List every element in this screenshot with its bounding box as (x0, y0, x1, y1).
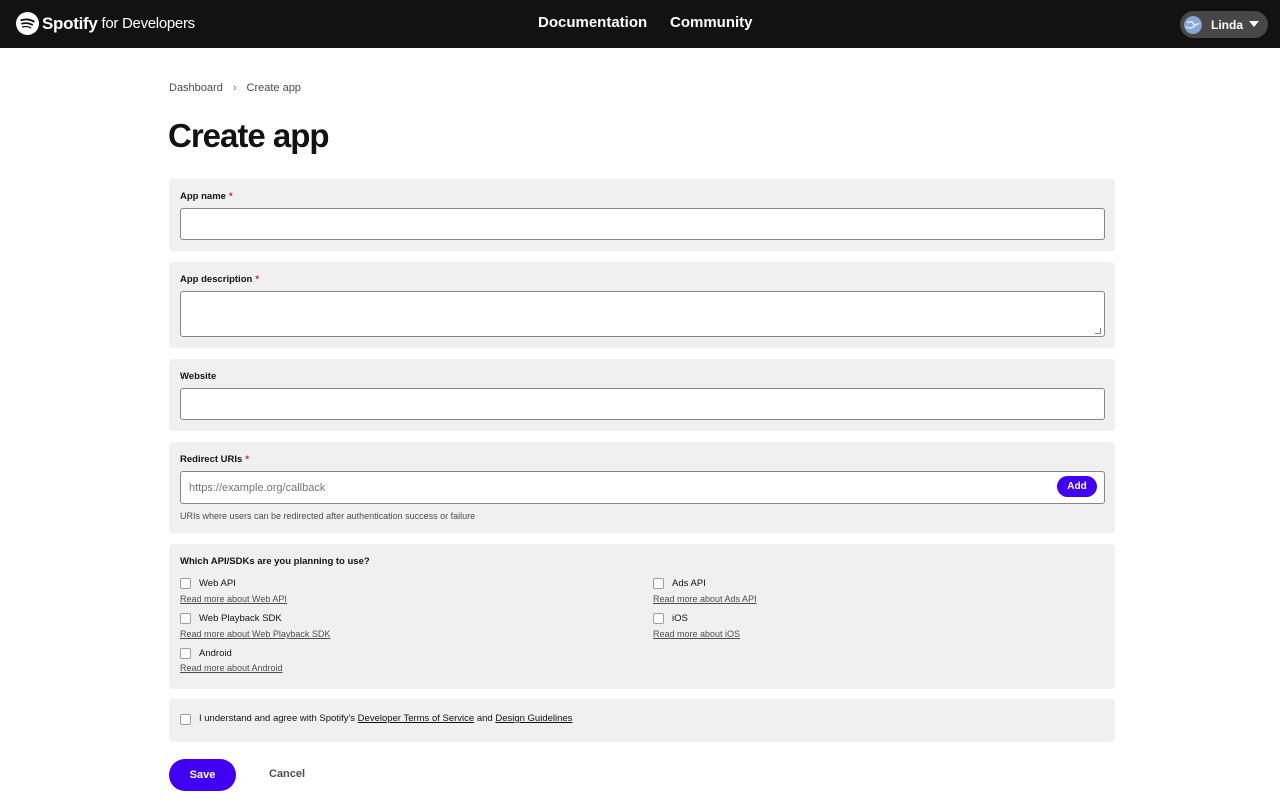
web-playback-sdk-label: Web Playback SDK (199, 613, 282, 624)
page-title: Create app (168, 117, 330, 154)
redirect-uri-input[interactable] (180, 471, 1105, 504)
nav-documentation[interactable]: Documentation (538, 14, 647, 31)
user-menu-button[interactable]: Linda (1180, 11, 1268, 38)
resize-handle-icon[interactable] (1095, 328, 1101, 334)
api-sdk-section: Which API/SDKs are you planning to use? … (169, 544, 1115, 689)
spotify-for-developers-logo[interactable]: Spotify for Developers (16, 12, 195, 35)
globe-avatar-icon (1184, 15, 1202, 34)
app-description-section: App description * (169, 262, 1115, 348)
breadcrumb-current: Create app (246, 82, 301, 94)
required-mark: * (228, 191, 233, 202)
redirect-uris-label: Redirect URIs * (180, 454, 250, 465)
redirect-uris-section: Redirect URIs* Add URIs where users can … (169, 442, 1115, 533)
required-mark: * (255, 274, 260, 285)
website-label: Website (180, 371, 217, 382)
ads-api-label: Ads API (672, 578, 706, 589)
redirect-uris-hint: URIs where users can be redirected after… (180, 511, 476, 521)
ads-api-checkbox[interactable] (653, 578, 664, 589)
ios-checkbox[interactable] (653, 613, 664, 624)
ios-label: iOS (672, 613, 688, 624)
user-name: Linda (1211, 17, 1243, 32)
android-label: Android (199, 648, 232, 659)
web-api-checkbox[interactable] (180, 578, 191, 589)
api-sdk-question: Which API/SDKs are you planning to use? (180, 556, 370, 567)
spotify-logo-icon (16, 12, 39, 35)
app-name-input[interactable] (180, 208, 1105, 240)
nav-community[interactable]: Community (670, 14, 753, 31)
developer-terms-link[interactable]: Developer Terms of Service (358, 713, 475, 724)
app-description-textarea[interactable] (180, 291, 1105, 337)
brand-name: Spotify (42, 13, 98, 33)
top-navbar: Spotify for Developers Documentation Com… (0, 0, 1280, 48)
app-name-label: App name * (180, 191, 233, 202)
redirect-uri-input-group: Add (180, 471, 1105, 504)
breadcrumb: Dashboard › Create app (169, 82, 301, 94)
ios-link[interactable]: Read more about iOS (653, 629, 740, 639)
terms-section: I understand and agree with Spotify's De… (169, 699, 1115, 742)
cancel-button[interactable]: Cancel (269, 768, 305, 780)
breadcrumb-dashboard[interactable]: Dashboard (169, 82, 223, 94)
web-playback-sdk-checkbox[interactable] (180, 613, 191, 624)
add-redirect-uri-button[interactable]: Add (1057, 476, 1097, 497)
app-description-label: App description * (180, 274, 260, 285)
breadcrumb-separator: › (232, 82, 237, 94)
website-input[interactable] (180, 388, 1105, 420)
android-link[interactable]: Read more about Android (180, 663, 283, 673)
android-checkbox[interactable] (180, 648, 191, 659)
required-mark: * (245, 454, 250, 465)
brand-suffix: for Developers (101, 15, 196, 32)
terms-text: I understand and agree with Spotify's De… (199, 713, 573, 724)
terms-checkbox[interactable] (180, 714, 191, 725)
website-section: Website (169, 359, 1115, 431)
web-api-link[interactable]: Read more about Web API (180, 594, 287, 604)
app-name-section: App name * (169, 179, 1115, 251)
avatar (1184, 15, 1202, 34)
chevron-down-icon (1249, 21, 1259, 27)
web-playback-sdk-link[interactable]: Read more about Web Playback SDK (180, 629, 330, 639)
save-button[interactable]: Save (169, 759, 236, 791)
design-guidelines-link[interactable]: Design Guidelines (495, 713, 572, 724)
ads-api-link[interactable]: Read more about Ads API (653, 594, 757, 604)
web-api-label: Web API (199, 578, 236, 589)
